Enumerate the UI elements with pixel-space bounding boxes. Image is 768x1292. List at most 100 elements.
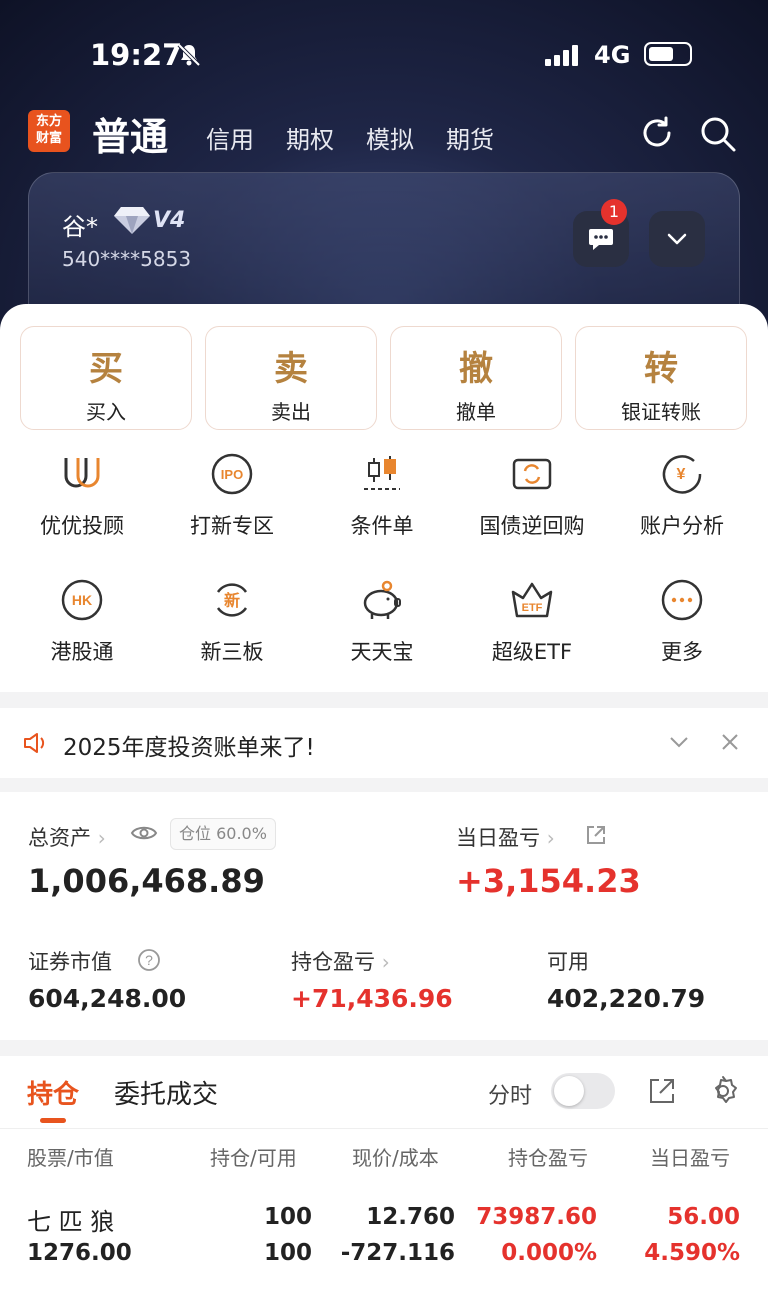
network-type: 4G [594,41,631,69]
total-assets-label[interactable]: 总资产 › [28,822,106,852]
tab-futures[interactable]: 期货 [446,120,494,155]
func-more[interactable]: 更多 [607,578,757,666]
svg-text:新: 新 [224,591,240,610]
account-name: 谷* [62,213,98,241]
open-external-icon[interactable] [647,1076,677,1110]
gear-icon[interactable] [706,1074,740,1112]
account-expand-button[interactable] [649,211,705,267]
sell-button[interactable]: 卖 卖出 [205,326,377,430]
tab-simulation[interactable]: 模拟 [366,120,414,155]
stock-daily-pl-pct: 4.590% [644,1240,740,1266]
func-tiantianbao[interactable]: 天天宝 [307,578,457,666]
asset-summary: 总资产 › 仓位 60.0% 1,006,468.89 当日盈亏 › +3,15… [0,792,768,1040]
stock-cost: -727.116 [340,1240,455,1266]
sell-icon: 卖 [274,349,308,389]
col-position: 持仓/可用 [210,1146,297,1170]
status-bar: 19:27 4G [0,38,768,78]
tab-normal[interactable]: 普通 [92,106,168,161]
transfer-label: 银证转账 [621,400,701,424]
svg-text:ETF: ETF [522,602,543,614]
func-neeq[interactable]: 新 新三板 [157,578,307,666]
status-time: 19:27 [90,38,183,72]
tab-holdings[interactable]: 持仓 [27,1074,79,1111]
divider [0,1128,768,1129]
svg-text:?: ? [145,952,153,968]
bond-repo-icon [457,452,607,496]
cancel-icon: 撤 [459,349,493,389]
help-icon[interactable]: ? [137,948,161,976]
stock-market-value: 1276.00 [27,1240,132,1266]
account-analysis-icon: ¥ [607,452,757,496]
stock-holding-pl-pct: 0.000% [501,1240,597,1266]
sell-label: 卖出 [271,400,311,424]
notice-text: 2025年度投资账单来了! [63,735,315,761]
daily-pl-label[interactable]: 当日盈亏 › [456,822,555,852]
diamond-icon [113,205,151,239]
stock-name: 七 匹 狼 [27,1208,115,1236]
daily-pl-value: +3,154.23 [456,862,641,900]
piggy-bank-icon [307,578,457,622]
cancel-order-button[interactable]: 撤 撤单 [390,326,562,430]
eastmoney-logo: 东方 财富 [28,110,70,152]
buy-label: 买入 [86,400,126,424]
message-badge: 1 [601,199,627,225]
svg-text:IPO: IPO [221,467,243,482]
stock-available: 100 [263,1240,312,1266]
bank-transfer-button[interactable]: 转 银证转账 [575,326,747,430]
trading-panel: 买 买入 卖 卖出 撤 撤单 转 银证转账 优优投顾 IPO 打新专区 条件单 … [0,304,768,692]
chevron-down-icon[interactable] [668,732,690,756]
transfer-icon: 转 [644,349,678,389]
cancel-label: 撤单 [456,400,496,424]
speaker-icon [22,731,48,759]
col-price: 现价/成本 [352,1146,439,1170]
etf-icon: ETF [457,578,607,622]
func-ipo[interactable]: IPO 打新专区 [157,452,307,540]
tab-credit[interactable]: 信用 [206,120,254,155]
buy-button[interactable]: 买 买入 [20,326,192,430]
close-icon[interactable] [720,732,740,756]
market-value: 604,248.00 [28,984,187,1013]
func-bond-repo[interactable]: 国债逆回购 [457,452,607,540]
stock-price: 12.760 [366,1204,455,1230]
holding-pl-label[interactable]: 持仓盈亏 › [291,946,390,976]
available-value: 402,220.79 [547,984,706,1013]
col-holding-pl: 持仓盈亏 [508,1146,588,1170]
signal-icon [545,44,578,66]
tab-orders-deals[interactable]: 委托成交 [114,1074,218,1111]
eye-icon[interactable] [130,822,158,848]
candlestick-icon [307,452,457,496]
chevron-down-icon [667,233,687,245]
stock-daily-pl: 56.00 [667,1204,740,1230]
col-daily-pl: 当日盈亏 [650,1146,730,1170]
func-hk-connect[interactable]: HK 港股通 [7,578,157,666]
neeq-icon: 新 [157,578,307,622]
holding-pl-value: +71,436.96 [291,984,453,1013]
market-value-label: 证券市值 [28,950,112,974]
share-icon[interactable] [585,824,607,850]
active-tab-indicator [40,1118,66,1123]
buy-icon: 买 [89,349,123,389]
bell-muted-icon [176,42,202,72]
timeshare-toggle[interactable] [551,1073,615,1109]
youyou-advisor-icon [7,452,157,496]
svg-text:¥: ¥ [677,466,686,483]
position-ratio-tag: 仓位 60.0% [170,818,276,850]
func-youyou-advisor[interactable]: 优优投顾 [7,452,157,540]
func-account-analysis[interactable]: ¥ 账户分析 [607,452,757,540]
tab-options[interactable]: 期权 [286,120,334,155]
stock-holding-pl: 73987.60 [476,1204,597,1230]
func-conditional-order[interactable]: 条件单 [307,452,457,540]
account-number: 540****5853 [62,247,192,271]
ipo-icon: IPO [157,452,307,496]
notice-bar[interactable]: 2025年度投资账单来了! [0,708,768,778]
stock-position: 100 [263,1204,312,1230]
hk-icon: HK [7,578,157,622]
func-super-etf[interactable]: ETF 超级ETF [457,578,607,666]
total-assets-value: 1,006,468.89 [28,862,265,900]
search-icon[interactable] [698,114,738,158]
available-label: 可用 [547,950,589,974]
refresh-icon[interactable] [638,114,676,156]
more-icon [607,578,757,622]
battery-icon [644,42,692,66]
member-level: V4 [153,208,186,233]
